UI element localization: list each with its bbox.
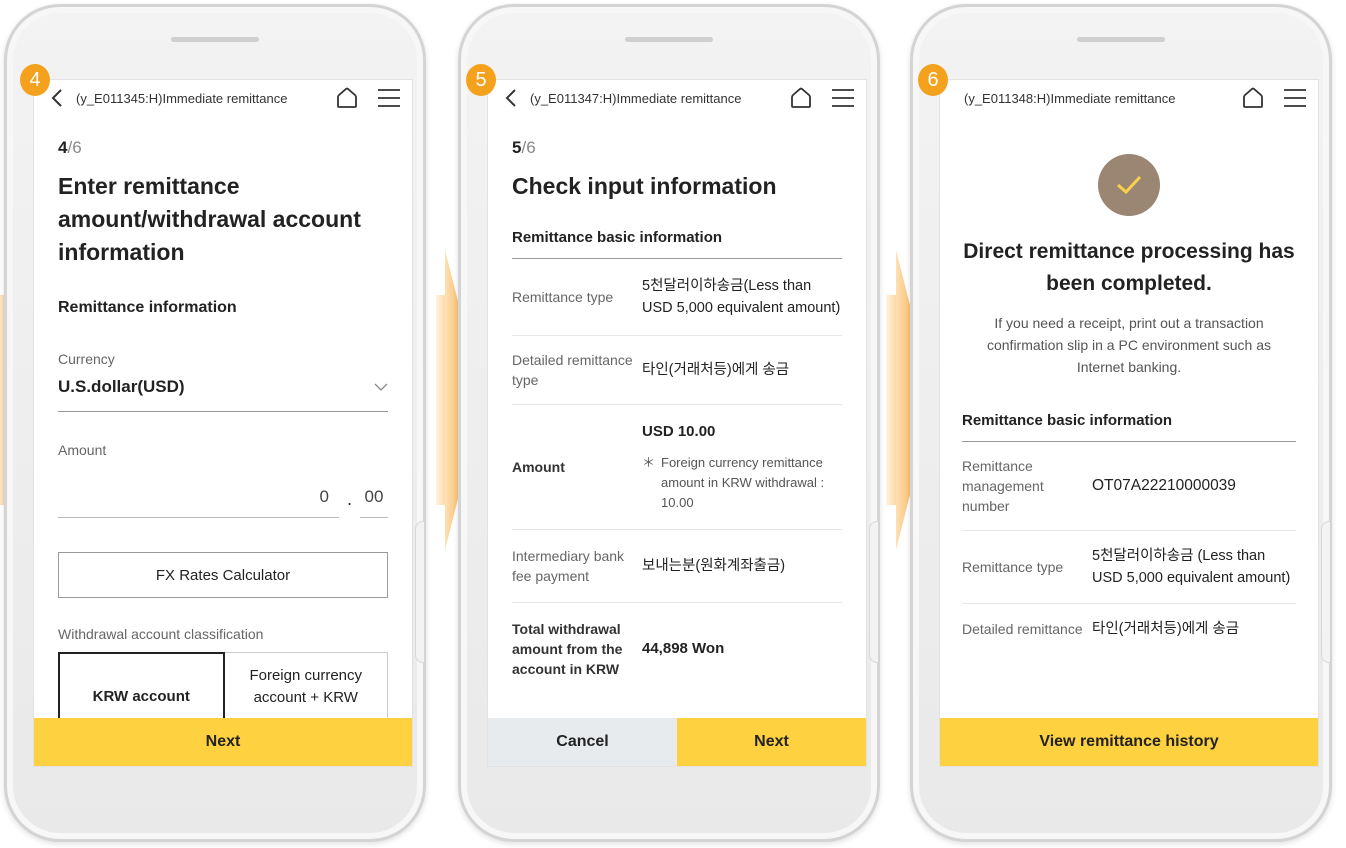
decimal-separator: . [346, 489, 352, 509]
krw-account-option[interactable]: KRW account [58, 652, 225, 722]
chevron-down-icon [374, 383, 388, 391]
amount-input[interactable]: 0 . 00 [58, 478, 388, 518]
step-indicator: 5/6 [512, 138, 536, 157]
amount-note-text: Foreign currency remittance amount in KR… [661, 455, 825, 510]
row-key: Remittance management number [962, 458, 1044, 514]
next-button[interactable]: Next [34, 718, 412, 766]
side-button [869, 521, 878, 663]
check-icon [1117, 175, 1142, 195]
menu-icon[interactable] [376, 85, 402, 111]
row-key: Detailed remittance [962, 621, 1083, 637]
row-value: 5천달러이하송금(Less than USD 5,000 equivalent … [642, 278, 841, 316]
next-button[interactable]: Next [677, 718, 866, 766]
info-row-remittance-type: Remittance type 5천달러이하송금 (Less than USD … [962, 531, 1296, 604]
speaker [1077, 37, 1165, 42]
foreign-account-option[interactable]: Foreign currency account + KRW [224, 652, 388, 722]
amount-note: ＊ Foreign currency remittance amount in … [642, 453, 842, 513]
section-title: Remittance information [58, 299, 237, 316]
step-badge-4: 4 [20, 64, 50, 96]
back-icon[interactable] [504, 88, 520, 108]
bottom-bar: Next [34, 718, 412, 766]
step-badge-5: 5 [466, 64, 496, 96]
topbar: (y_E011345:H)Immediate remittance [34, 80, 412, 116]
info-row-management-number: Remittance management number OT07A222100… [962, 442, 1296, 531]
fx-calculator-button[interactable]: FX Rates Calculator [58, 552, 388, 598]
row-key: Remittance type [962, 559, 1064, 575]
info-row-detailed-type: Detailed remittance 타인(거래처등)에게 송금 [962, 604, 1296, 654]
bottom-bar: View remittance history [940, 718, 1318, 766]
topbar-title: (y_E011345:H)Immediate remittance [76, 90, 288, 106]
row-value: 5천달러이하송금 (Less than USD 5,000 equivalent… [1092, 548, 1291, 586]
completion-description: If you need a receipt, print out a trans… [986, 315, 1272, 375]
home-icon[interactable] [788, 85, 814, 111]
page-title: Check input information [512, 173, 777, 199]
bottom-bar: Cancel Next [488, 718, 866, 766]
view-history-button[interactable]: View remittance history [940, 718, 1318, 766]
row-value: 타인(거래처등)에게 송금 [642, 362, 790, 378]
back-icon[interactable] [50, 88, 66, 108]
section-title: Remittance basic information [962, 412, 1296, 442]
info-row-intermediary-fee: Intermediary bank fee payment 보내는분(원화계좌출… [512, 530, 842, 603]
withdrawal-label: Withdrawal account classification [58, 626, 264, 642]
phone-step-6: (y_E011348:H)Immediate remittance Direct… [910, 4, 1332, 842]
topbar: (y_E011348:H)Immediate remittance [940, 80, 1318, 116]
cancel-button[interactable]: Cancel [488, 718, 677, 766]
home-icon[interactable] [334, 85, 360, 111]
section-title: Remittance basic information [512, 229, 842, 259]
amount-value: USD 10.00 [642, 423, 716, 440]
currency-select[interactable]: U.S.dollar(USD) [58, 367, 388, 412]
menu-icon[interactable] [830, 85, 856, 111]
speaker [625, 37, 713, 42]
row-value: 타인(거래처등)에게 송금 [1092, 621, 1240, 637]
success-badge [1098, 154, 1160, 216]
completion-title: Direct remittance processing has been co… [963, 240, 1295, 295]
side-button [415, 521, 424, 663]
row-value: OT07A22210000039 [1092, 477, 1236, 494]
row-key: Detailed remittance type [512, 352, 633, 388]
speaker [171, 37, 259, 42]
row-key: Total withdrawal amount from the account… [512, 621, 623, 677]
screen-step-4: (y_E011345:H)Immediate remittance 4/6 En… [33, 79, 413, 767]
row-value: 44,898 Won [642, 640, 725, 657]
row-value: 보내는분(원화계좌출금) [642, 558, 786, 574]
info-row-remittance-type: Remittance type 5천달러이하송금(Less than USD 5… [512, 259, 842, 336]
topbar: (y_E011347:H)Immediate remittance [488, 80, 866, 116]
currency-value: U.S.dollar(USD) [58, 377, 185, 396]
row-key: Amount [512, 459, 565, 475]
row-value-group: USD 10.00 ＊ Foreign currency remittance … [642, 421, 842, 513]
account-toggle: KRW account Foreign currency account + K… [58, 652, 388, 722]
note-mark: ＊ [642, 455, 656, 470]
menu-icon[interactable] [1282, 85, 1308, 111]
screen-step-5: (y_E011347:H)Immediate remittance 5/6 Ch… [487, 79, 867, 767]
amount-integer-field[interactable]: 0 [58, 487, 339, 518]
topbar-title: (y_E011347:H)Immediate remittance [530, 90, 742, 106]
side-button [1321, 521, 1330, 663]
info-row-detailed-type: Detailed remittance type 타인(거래처등)에게 송금 [512, 336, 842, 405]
info-row-amount: Amount USD 10.00 ＊ Foreign currency remi… [512, 405, 842, 530]
row-key: Intermediary bank fee payment [512, 548, 625, 584]
step-indicator: 4/6 [58, 138, 82, 157]
screen-step-6: (y_E011348:H)Immediate remittance Direct… [939, 79, 1319, 767]
currency-label: Currency [58, 351, 115, 367]
home-icon[interactable] [1240, 85, 1266, 111]
amount-decimal-field[interactable]: 00 [360, 487, 388, 518]
info-row-total-withdrawal: Total withdrawal amount from the account… [512, 603, 842, 695]
phone-step-5: (y_E011347:H)Immediate remittance 5/6 Ch… [458, 4, 880, 842]
topbar-title: (y_E011348:H)Immediate remittance [964, 90, 1176, 106]
amount-label: Amount [58, 442, 107, 458]
page-title: Enter remittance amount/withdrawal accou… [58, 173, 361, 265]
step-badge-6: 6 [918, 64, 948, 96]
row-key: Remittance type [512, 289, 614, 305]
phone-step-4: (y_E011345:H)Immediate remittance 4/6 En… [4, 4, 426, 842]
